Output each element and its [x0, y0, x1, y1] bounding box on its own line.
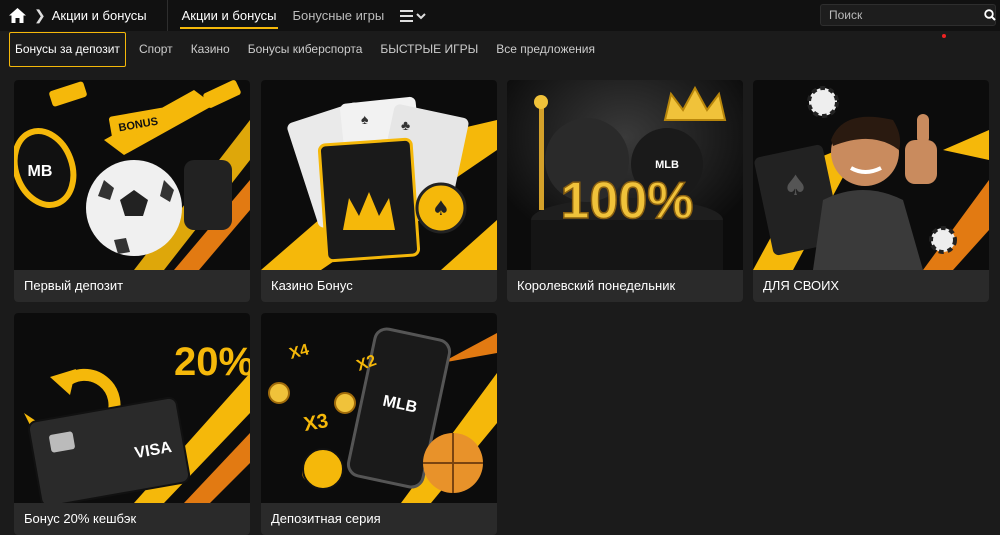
- tab-deposit-bonuses[interactable]: Бонусы за депозит: [9, 31, 126, 67]
- svg-text:♠: ♠: [432, 196, 450, 220]
- tab-esports-bonuses[interactable]: Бонусы киберспорта: [239, 32, 372, 66]
- category-tabs: Бонусы за депозит Спорт Казино Бонусы ки…: [0, 31, 1000, 67]
- top-navigation-bar: ❯ Акции и бонусы Акции и бонусы Бонусные…: [0, 0, 1000, 31]
- promo-title: Казино Бонус: [271, 278, 353, 293]
- promo-title: Королевский понедельник: [517, 278, 676, 293]
- tab-casino[interactable]: Казино: [182, 32, 239, 66]
- tab-all-offers[interactable]: Все предложения: [487, 32, 604, 66]
- promo-image: MLB X4 X2 X3: [261, 313, 497, 503]
- promo-title: ДЛЯ СВОИХ: [763, 278, 840, 293]
- chevron-right-icon: ❯: [34, 7, 46, 23]
- promo-image: 20% VISA: [14, 313, 250, 503]
- svg-text:MB: MB: [28, 163, 53, 180]
- tab-bonus-games[interactable]: Бонусные игры: [284, 0, 392, 31]
- promo-title: Первый депозит: [24, 278, 124, 293]
- promo-title: Депозитная серия: [271, 511, 381, 526]
- promo-card-cashback[interactable]: 20% VISA Бонус 20% кешбэк: [14, 313, 250, 535]
- breadcrumb[interactable]: Акции и бонусы: [52, 8, 147, 23]
- promo-image: ♠: [753, 80, 989, 270]
- search-icon[interactable]: [984, 9, 996, 21]
- tab-promotions[interactable]: Акции и бонусы: [174, 0, 285, 31]
- promo-card-deposit-series[interactable]: MLB X4 X2 X3 Депозитная серия: [261, 313, 497, 535]
- promo-card-casino-bonus[interactable]: ♠ ♣ ♠ Казино Бонус: [261, 80, 497, 302]
- svg-text:♣: ♣: [401, 117, 410, 133]
- tab-fast-games[interactable]: БЫСТРЫЕ ИГРЫ: [371, 32, 487, 66]
- chevron-down-icon: [416, 12, 426, 19]
- svg-text:MLB: MLB: [655, 159, 679, 171]
- promo-card-royal-monday[interactable]: MLB 100% Королевский понедельник: [507, 80, 743, 302]
- hamburger-icon: [400, 9, 414, 22]
- more-menu-button[interactable]: [400, 0, 426, 31]
- promo-title: Бонус 20% кешбэк: [24, 511, 137, 526]
- tab-label: Бонусные игры: [292, 8, 385, 23]
- divider: [166, 0, 168, 31]
- tab-sport[interactable]: Спорт: [130, 32, 182, 66]
- search-box[interactable]: [820, 4, 996, 26]
- tab-label: Акции и бонусы: [181, 8, 277, 23]
- promo-image: MLB 100%: [507, 80, 743, 270]
- svg-text:100%: 100%: [561, 172, 694, 230]
- home-icon[interactable]: [2, 0, 32, 31]
- svg-text:X4: X4: [288, 341, 311, 363]
- svg-text:X3: X3: [302, 410, 330, 436]
- promo-card-first-deposit[interactable]: BONUS MB Первый депозит: [14, 80, 250, 302]
- search-input[interactable]: [821, 8, 984, 22]
- promo-card-for-own[interactable]: ♠ ДЛЯ СВОИХ: [753, 80, 989, 302]
- promo-image: ♠ ♣ ♠: [261, 80, 497, 270]
- svg-text:♠: ♠: [361, 111, 369, 127]
- svg-text:20%: 20%: [174, 340, 250, 384]
- svg-text:♠: ♠: [783, 169, 808, 202]
- promo-image: BONUS MB: [14, 80, 250, 270]
